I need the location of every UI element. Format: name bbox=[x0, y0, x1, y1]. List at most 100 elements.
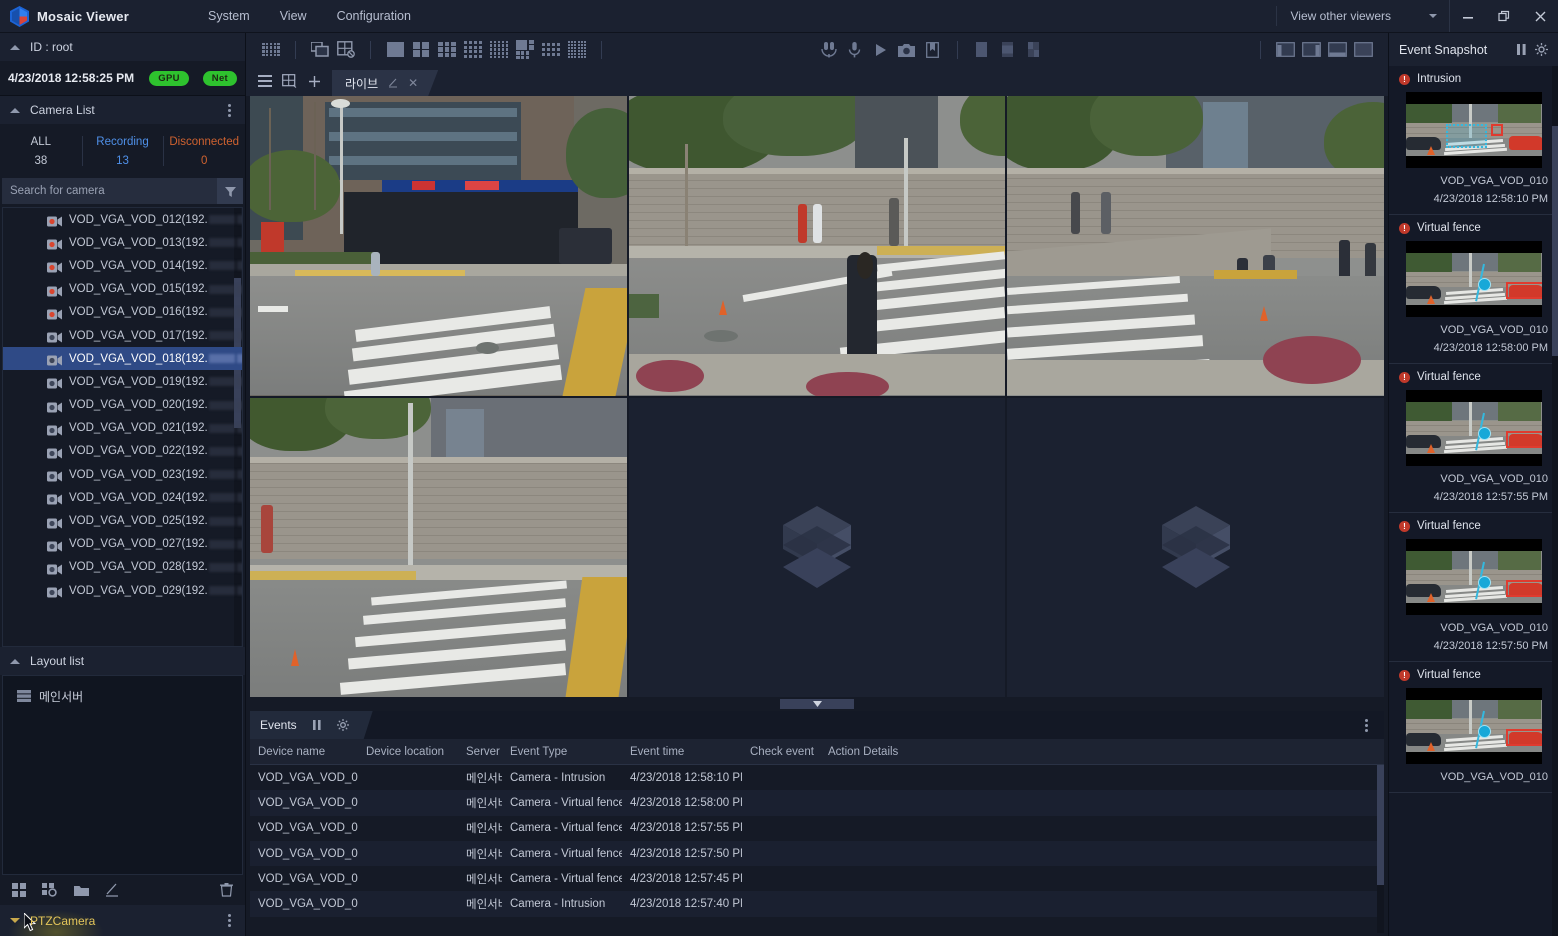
grid-gear-icon[interactable] bbox=[42, 883, 58, 897]
video-tile-2[interactable] bbox=[628, 96, 1006, 396]
close-layout-icon[interactable] bbox=[333, 37, 359, 63]
events-table-row[interactable]: VOD_VGA_VOD_010 메인서버 Camera - Virtual fenc… bbox=[250, 790, 1384, 816]
event-snapshot-card[interactable]: ! Virtual fence VOD_VGA_VOD_010 bbox=[1389, 662, 1558, 793]
gear-icon[interactable] bbox=[337, 719, 349, 731]
snapshot-icon[interactable] bbox=[894, 37, 920, 63]
pause-icon[interactable] bbox=[313, 720, 321, 730]
panel-right-toggle[interactable] bbox=[1298, 37, 1324, 63]
aspect-fill-icon[interactable] bbox=[969, 37, 995, 63]
new-grid-tab-icon[interactable] bbox=[277, 66, 302, 96]
two-way-audio-icon[interactable] bbox=[816, 37, 842, 63]
events-table-row[interactable]: VOD_VGA_VOD_010 메인서버 Camera - Virtual fenc… bbox=[250, 840, 1384, 867]
col-device-name[interactable]: Device name bbox=[250, 746, 358, 758]
layout-item[interactable]: 메인서버 bbox=[3, 684, 242, 708]
aspect-stretch-icon[interactable] bbox=[1021, 37, 1047, 63]
pencil-icon[interactable] bbox=[105, 883, 119, 897]
layout-4x4-button[interactable] bbox=[460, 37, 486, 63]
col-check-event[interactable]: Check event bbox=[742, 746, 820, 758]
event-thumbnail[interactable] bbox=[1405, 92, 1542, 168]
events-table-row[interactable]: VOD_VGA_VOD_010 메인서버 Camera - Virtual fenc… bbox=[250, 815, 1384, 841]
event-snapshot-list[interactable]: ! Intrusion VOD_VGA_VOD_010 4/23/2018 12:58… bbox=[1389, 66, 1558, 936]
video-tile-1[interactable] bbox=[250, 96, 627, 396]
count-recording[interactable]: Recording 13 bbox=[81, 124, 164, 178]
events-table-body[interactable]: VOD_VGA_VOD_010 메인서버 Camera - Intrusion 4/2… bbox=[250, 765, 1384, 933]
account-section-header[interactable]: ID : root bbox=[0, 33, 245, 61]
duplicate-screen-icon[interactable] bbox=[307, 37, 333, 63]
camera-list-item[interactable]: VOD_VGA_VOD_016(192.) bbox=[3, 301, 242, 324]
camera-list[interactable]: VOD_VGA_VOD_012(192.) VOD_VGA_VOD_013(192… bbox=[2, 207, 243, 647]
events-kebab-icon[interactable] bbox=[1360, 717, 1372, 734]
microphone-icon[interactable] bbox=[842, 37, 868, 63]
event-snapshot-card[interactable]: ! Intrusion VOD_VGA_VOD_010 4/23/2018 12:58… bbox=[1389, 66, 1558, 215]
layout-2x2-button[interactable] bbox=[408, 37, 434, 63]
camera-list-item[interactable]: VOD_VGA_VOD_029(192.) bbox=[3, 579, 242, 602]
camera-list-item[interactable]: VOD_VGA_VOD_027(192.) bbox=[3, 533, 242, 556]
menu-system[interactable]: System bbox=[208, 9, 250, 23]
camera-list-item[interactable]: VOD_VGA_VOD_017(192.) bbox=[3, 324, 242, 347]
filter-button[interactable] bbox=[217, 178, 243, 204]
camera-list-item[interactable]: VOD_VGA_VOD_022(192.) bbox=[3, 440, 242, 463]
camera-list-item[interactable]: VOD_VGA_VOD_012(192.) bbox=[3, 208, 242, 231]
event-snapshot-card[interactable]: ! Virtual fence VOD_VGA_VOD_010 4/23/2018 1… bbox=[1389, 364, 1558, 513]
camera-list-item[interactable]: VOD_VGA_VOD_019(192.) bbox=[3, 370, 242, 393]
camera-list-item[interactable]: VOD_VGA_VOD_020(192.) bbox=[3, 394, 242, 417]
close-icon[interactable]: ✕ bbox=[408, 76, 418, 90]
layout-3x3-alt-button[interactable] bbox=[538, 37, 564, 63]
events-scroll-thumb[interactable] bbox=[1377, 765, 1384, 885]
snapshot-scroll-thumb[interactable] bbox=[1552, 126, 1558, 356]
count-all[interactable]: ALL 38 bbox=[0, 124, 82, 178]
camera-list-kebab-icon[interactable] bbox=[223, 102, 235, 119]
ptz-camera-section-header[interactable]: PTZCamera bbox=[0, 905, 245, 936]
camera-list-item[interactable]: VOD_VGA_VOD_014(192.) bbox=[3, 254, 242, 277]
layout-3x3-button[interactable] bbox=[434, 37, 460, 63]
play-icon[interactable] bbox=[868, 37, 894, 63]
aspect-fit-icon[interactable] bbox=[995, 37, 1021, 63]
ptz-kebab-icon[interactable] bbox=[223, 912, 235, 929]
pause-icon[interactable] bbox=[1517, 44, 1526, 55]
maximize-button[interactable] bbox=[1486, 0, 1522, 33]
minimize-button[interactable] bbox=[1450, 0, 1486, 33]
video-tile-3[interactable] bbox=[1007, 96, 1384, 396]
camera-list-item[interactable]: VOD_VGA_VOD_028(192.) bbox=[3, 556, 242, 579]
bookmark-icon[interactable] bbox=[920, 37, 946, 63]
event-thumbnail[interactable] bbox=[1405, 539, 1542, 615]
empty-tile-5[interactable] bbox=[628, 397, 1006, 697]
trash-icon[interactable] bbox=[220, 883, 233, 897]
event-thumbnail[interactable] bbox=[1405, 688, 1542, 764]
events-tab[interactable]: Events bbox=[250, 711, 373, 739]
events-table-row[interactable]: VOD_VGA_VOD_010 메인서버 Camera - Intrusion 4/2… bbox=[250, 765, 1384, 791]
tab-list-icon[interactable] bbox=[252, 66, 277, 96]
camera-list-item[interactable]: VOD_VGA_VOD_023(192.) bbox=[3, 463, 242, 486]
search-input[interactable] bbox=[2, 178, 217, 204]
panel-bottom-toggle[interactable] bbox=[1324, 37, 1350, 63]
layout-list-section-header[interactable]: Layout list bbox=[0, 647, 245, 675]
col-event-type[interactable]: Event Type bbox=[502, 746, 622, 758]
event-thumbnail[interactable] bbox=[1405, 390, 1542, 466]
camera-list-section-header[interactable]: Camera List bbox=[0, 96, 245, 124]
menu-view[interactable]: View bbox=[280, 9, 307, 23]
camera-list-item[interactable]: VOD_VGA_VOD_013(192.) bbox=[3, 231, 242, 254]
event-snapshot-card[interactable]: ! Virtual fence VOD_VGA_VOD_010 4/23/2018 1… bbox=[1389, 215, 1558, 364]
layout-5x5-button[interactable] bbox=[486, 37, 512, 63]
collapse-handle[interactable] bbox=[780, 699, 854, 709]
add-tab-icon[interactable] bbox=[302, 66, 327, 96]
events-table-row[interactable]: VOD_VGA_VOD_010 메인서버 Camera - Intrusion 4/2… bbox=[250, 891, 1384, 917]
close-button[interactable] bbox=[1522, 0, 1558, 33]
empty-tile-6[interactable] bbox=[1007, 397, 1384, 697]
col-action-details[interactable]: Action Details bbox=[820, 746, 1384, 758]
camera-list-item[interactable]: VOD_VGA_VOD_018(192.) bbox=[3, 347, 242, 371]
col-device-location[interactable]: Device location bbox=[358, 746, 458, 758]
video-tile-4[interactable] bbox=[250, 397, 627, 697]
pencil-icon[interactable] bbox=[388, 78, 398, 88]
tab-live[interactable]: 라이브 ✕ bbox=[332, 70, 438, 96]
event-thumbnail[interactable] bbox=[1405, 241, 1542, 317]
camera-list-item[interactable]: VOD_VGA_VOD_025(192.) bbox=[3, 509, 242, 532]
camera-list-item[interactable]: VOD_VGA_VOD_021(192.) bbox=[3, 417, 242, 440]
menu-configuration[interactable]: Configuration bbox=[337, 9, 411, 23]
layout-1plus5-button[interactable] bbox=[512, 37, 538, 63]
events-table-row[interactable]: VOD_VGA_VOD_010 메인서버 Camera - Virtual fenc… bbox=[250, 866, 1384, 892]
view-other-viewers-dropdown[interactable]: View other viewers bbox=[1275, 6, 1450, 26]
grid-squares-icon[interactable] bbox=[12, 883, 26, 897]
layout-6x6-button[interactable] bbox=[564, 37, 590, 63]
camera-list-item[interactable]: VOD_VGA_VOD_015(192.) bbox=[3, 278, 242, 301]
